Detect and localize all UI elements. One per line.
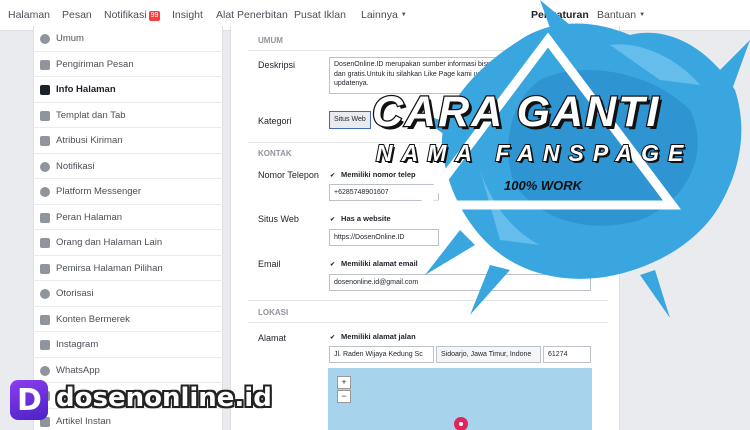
sidebar-item-label: Konten Bermerek xyxy=(56,313,130,325)
messenger-icon xyxy=(40,187,50,197)
sidebar-item-orang-dan-halaman-lain[interactable]: Orang dan Halaman Lain xyxy=(34,230,224,256)
grid-icon xyxy=(40,110,50,121)
section-title-lokasi: LOKASI xyxy=(258,308,289,317)
sidebar-item-label: Templat dan Tab xyxy=(56,109,126,121)
street-input[interactable]: Jl. Raden Wijaya Kedung Sc xyxy=(329,346,434,363)
people-icon xyxy=(40,238,50,248)
nav-lainnya-label: Lainnya xyxy=(361,9,398,21)
sidebar-item-label: Umum xyxy=(56,33,84,44)
sidebar-item-label: Platform Messenger xyxy=(56,186,142,197)
zoom-in-button[interactable]: + xyxy=(337,376,351,389)
alamat-checkbox[interactable]: Memiliki alamat jalan xyxy=(330,332,416,341)
situs-web-label: Situs Web xyxy=(258,214,299,224)
sidebar-item-label: Orang dan Halaman Lain xyxy=(56,237,163,248)
message-icon xyxy=(40,59,50,70)
nav-notifikasi-label: Notifikasi xyxy=(104,9,147,21)
section-title-kontak: KONTAK xyxy=(258,149,292,158)
audience-icon xyxy=(40,263,50,274)
section-title-umum: UMUM xyxy=(258,36,283,45)
dosenonline-logo-icon: D xyxy=(10,380,48,420)
banner-title: CARA GANTI xyxy=(371,87,661,138)
sidebar-item-peran-halaman[interactable]: Peran Halaman xyxy=(34,205,224,230)
sidebar-item-label: Notifikasi xyxy=(56,160,95,172)
whatsapp-icon xyxy=(40,365,50,376)
globe-icon xyxy=(40,161,50,172)
sidebar-item-instagram[interactable]: Instagram xyxy=(34,332,224,358)
screen: Halaman Pesan Notifikasi 99 Insight Alat … xyxy=(0,0,750,430)
sidebar-item-notifikasi[interactable]: Notifikasi xyxy=(34,154,224,179)
sidebar-item-whatsapp[interactable]: WhatsApp xyxy=(34,358,224,383)
kategori-label: Kategori xyxy=(258,116,292,126)
kategori-token[interactable]: Situs Web xyxy=(329,111,371,129)
email-label: Email xyxy=(258,259,281,269)
city-input[interactable]: Sidoarjo, Jawa Timur, Indone xyxy=(436,346,541,363)
gear-icon xyxy=(40,34,50,44)
sidebar-item-label: Otorisasi xyxy=(56,288,94,299)
banner-tagline: 100% WORK xyxy=(504,178,583,193)
divider xyxy=(248,322,608,323)
banner-subtitle: NAMA FANSPAGE xyxy=(375,139,693,167)
sidebar-item-atribusi-kiriman[interactable]: Atribusi Kiriman xyxy=(34,128,224,154)
website-checkbox[interactable]: Has a website xyxy=(330,214,391,223)
sidebar-item-konten-bermerek[interactable]: Konten Bermerek xyxy=(34,307,224,332)
brand-icon xyxy=(40,314,50,325)
sidebar-item-label: Peran Halaman xyxy=(56,211,123,223)
sidebar-item-info-halaman[interactable]: Info Halaman xyxy=(34,77,224,103)
sidebar-item-label: Info Halaman xyxy=(56,84,116,95)
dosenonline-logo-text: dosenonline.id xyxy=(56,383,272,413)
sidebar-item-label: Artikel Instan xyxy=(56,415,111,427)
map-pin-icon xyxy=(454,417,468,430)
sidebar-item-label: Instagram xyxy=(56,339,99,350)
sidebar-item-pemirsa-halaman-pilihan[interactable]: Pemirsa Halaman Pilihan xyxy=(34,256,224,281)
alamat-label: Alamat xyxy=(258,333,287,343)
zoom-out-button[interactable]: − xyxy=(337,390,351,403)
instagram-icon xyxy=(40,340,50,350)
logo-mark: D xyxy=(17,383,42,418)
postal-code-input[interactable]: 61274 xyxy=(543,346,591,363)
sidebar-item-label: WhatsApp xyxy=(56,364,100,376)
settings-sidebar: Umum Pengiriman Pesan Info Halaman Templ… xyxy=(33,26,224,430)
sidebar-item-templat-dan-tab[interactable]: Templat dan Tab xyxy=(34,103,224,128)
sidebar-item-label: Pemirsa Halaman Pilihan xyxy=(56,262,163,274)
sidebar-item-umum[interactable]: Umum xyxy=(34,26,224,52)
sidebar-item-label: Atribusi Kiriman xyxy=(56,135,123,146)
sidebar-item-label: Pengiriman Pesan xyxy=(56,58,134,70)
notification-badge: 99 xyxy=(148,11,161,21)
nomor-telepon-label: Nomor Telepon xyxy=(258,170,319,180)
clock-icon xyxy=(40,289,50,299)
pencil-icon xyxy=(40,85,50,95)
flag-icon xyxy=(40,136,50,146)
sidebar-item-platform-messenger[interactable]: Platform Messenger xyxy=(34,179,224,205)
sidebar-item-otorisasi[interactable]: Otorisasi xyxy=(34,281,224,307)
person-icon xyxy=(40,212,50,223)
deskripsi-label: Deskripsi xyxy=(258,60,296,70)
sidebar-item-pengiriman-pesan[interactable]: Pengiriman Pesan xyxy=(34,52,224,77)
